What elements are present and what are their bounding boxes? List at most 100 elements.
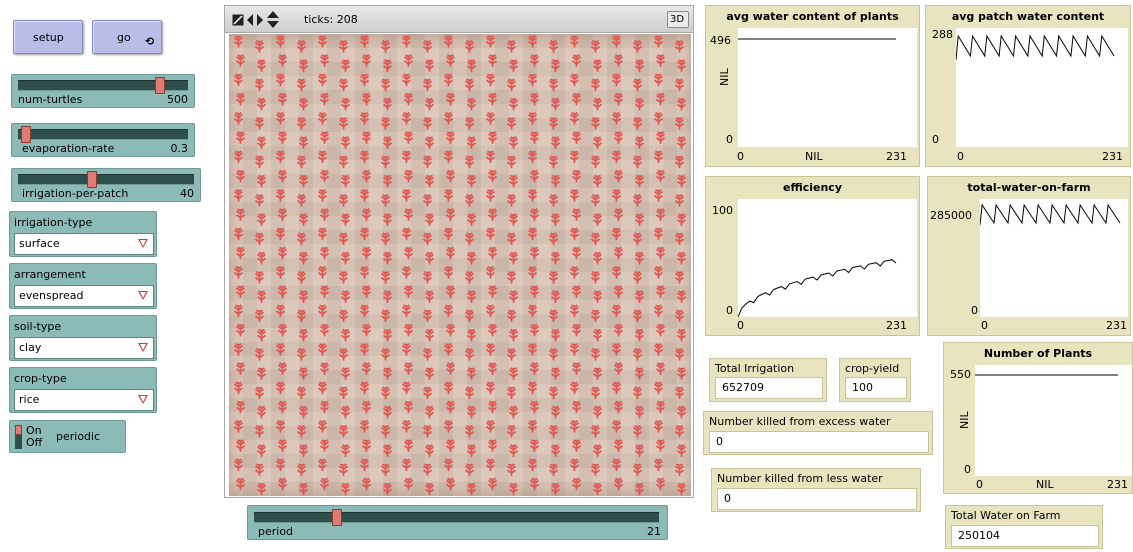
arrangement-chooser[interactable]: arrangement evenspread — [9, 263, 157, 309]
plant — [485, 188, 496, 202]
crop-yield-label: crop-yield — [845, 362, 900, 375]
killed-excess-water-value: 0 — [716, 435, 723, 448]
num-turtles-slider[interactable]: num-turtles 500 — [11, 74, 195, 108]
period-slider-thumb[interactable] — [332, 509, 342, 526]
dropdown-arrow-icon — [138, 239, 148, 248]
plant — [529, 323, 540, 337]
plant — [592, 136, 603, 149]
plant — [466, 367, 477, 380]
plant — [464, 39, 475, 53]
plant — [506, 463, 517, 477]
plant — [424, 97, 435, 111]
dropdown-arrow-icon — [138, 343, 148, 352]
plant — [338, 232, 349, 246]
period-slider[interactable]: period 21 — [247, 505, 668, 540]
plant — [590, 116, 601, 130]
plant — [382, 405, 393, 419]
plant — [359, 419, 370, 433]
plant — [235, 246, 246, 260]
soil-type-select[interactable]: clay — [14, 337, 154, 359]
plant-field — [233, 34, 687, 496]
x-max: 231 — [886, 319, 907, 332]
soil-type-chooser[interactable]: soil-type clay — [9, 315, 157, 361]
plant — [277, 323, 288, 337]
plot-title: avg water content of plants — [726, 10, 899, 23]
plant — [655, 323, 666, 337]
plant — [464, 386, 475, 400]
plant — [235, 54, 246, 67]
plant — [674, 386, 685, 400]
plant — [256, 290, 267, 303]
plant — [361, 246, 372, 260]
plant — [359, 150, 370, 164]
plant — [424, 251, 435, 265]
plant — [296, 155, 307, 169]
irrigation-type-chooser[interactable]: irrigation-type surface — [9, 211, 157, 257]
plant — [548, 78, 559, 92]
plant — [569, 381, 580, 395]
plant — [317, 34, 328, 48]
plant — [319, 92, 330, 106]
switch-toggle[interactable] — [15, 425, 22, 449]
plant — [382, 136, 393, 149]
killed-excess-water-monitor: Number killed from excess water 0 — [703, 411, 933, 455]
plant — [653, 150, 664, 164]
y-min: 0 — [726, 304, 733, 317]
vertical-arrows-icon[interactable] — [266, 11, 280, 28]
plant — [359, 34, 370, 48]
plant — [401, 265, 412, 279]
plant — [464, 463, 475, 477]
plant — [382, 97, 393, 111]
plant — [485, 419, 496, 433]
plant — [380, 193, 391, 207]
plant — [340, 328, 351, 342]
plant — [422, 386, 433, 400]
plant — [487, 439, 498, 452]
evaporation-rate-slider-track[interactable] — [18, 129, 188, 140]
plant — [655, 439, 666, 452]
plant — [233, 304, 244, 318]
num-turtles-slider-thumb[interactable] — [155, 77, 165, 94]
world-canvas[interactable] — [229, 34, 691, 496]
plant — [569, 150, 580, 164]
plant — [548, 309, 559, 323]
arrangement-select[interactable]: evenspread — [14, 285, 154, 307]
evaporation-rate-slider[interactable]: evaporation-rate 0.3 — [11, 123, 195, 157]
plant — [445, 208, 456, 221]
plant — [424, 367, 435, 380]
irrigation-per-patch-slider[interactable]: irrigation-per-patch 40 — [11, 168, 201, 202]
irrigation-per-patch-slider-track[interactable] — [18, 174, 194, 185]
plant — [676, 482, 687, 496]
plant — [487, 208, 498, 221]
3d-button[interactable]: 3D — [667, 11, 689, 28]
plant — [464, 232, 475, 246]
plant — [422, 116, 433, 130]
plant — [319, 169, 330, 183]
x-max: 231 — [1102, 150, 1123, 163]
irrigation-per-patch-slider-thumb[interactable] — [87, 171, 97, 188]
plant — [634, 136, 645, 149]
plant — [380, 347, 391, 361]
evaporation-rate-slider-thumb[interactable] — [21, 126, 31, 143]
plant — [401, 458, 412, 472]
plant — [653, 34, 664, 48]
plant — [550, 405, 561, 419]
plant — [422, 155, 433, 169]
plant — [443, 150, 454, 164]
period-slider-track[interactable] — [254, 512, 659, 523]
plant — [590, 309, 601, 323]
irrigation-type-select[interactable]: surface — [14, 233, 154, 255]
plant — [277, 246, 288, 260]
horizontal-arrows-icon[interactable] — [247, 13, 263, 27]
go-button[interactable]: go ⟲ — [92, 20, 162, 54]
periodic-switch[interactable]: On Off periodic — [9, 420, 126, 453]
plant — [548, 116, 559, 130]
crop-type-chooser[interactable]: crop-type rice — [9, 367, 157, 413]
plant — [233, 34, 244, 48]
crop-type-select[interactable]: rice — [14, 389, 154, 411]
total-water-on-farm-plot: total-water-on-farm 285000 0 0 231 — [927, 176, 1131, 336]
setup-button[interactable]: setup — [13, 20, 83, 54]
plant — [676, 290, 687, 303]
plant — [361, 323, 372, 337]
resize-icon[interactable] — [232, 14, 244, 26]
